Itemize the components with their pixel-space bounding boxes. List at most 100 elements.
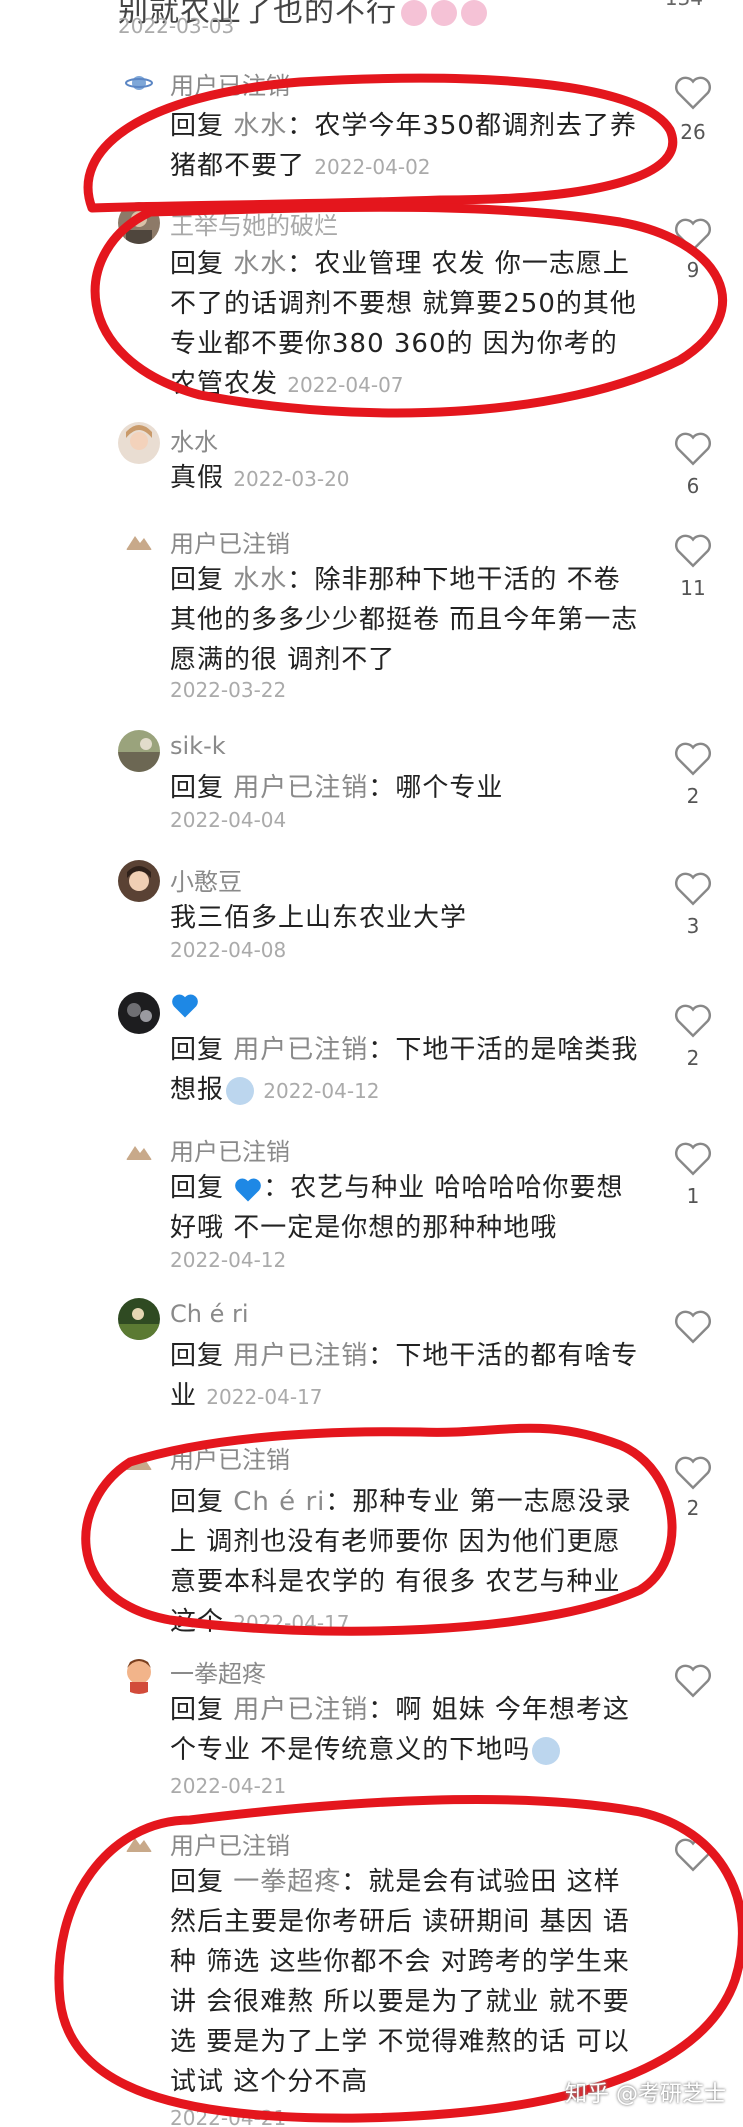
comment-text: 我三佰多上山东农业大学 [170,898,640,938]
reply-to-user[interactable]: 水水 [233,565,287,595]
reply-to-user[interactable]: 一拳超疼 [233,1867,341,1897]
avatar[interactable] [118,860,160,902]
comment-content: 就是会有试验田 这样 然后主要是你考研后 读研期间 基因 语种 筛选 这些你都不… [170,1867,630,2097]
reply-to-user[interactable]: 用户已注销 [233,1695,368,1725]
reply-prefix: 回复 [170,1035,225,1065]
comment-text: 回复 ：农艺与种业 哈哈哈哈你要想好哦 不一定是你想的那种种地哦 [170,1168,640,1248]
mountain-avatar-icon[interactable] [124,1828,154,1858]
like-count: 26 [680,120,706,144]
reply-prefix: 回复 [170,249,225,279]
user-name[interactable]: 用户已注销 [170,1440,290,1475]
colon: ： [368,1035,396,1065]
comment-date: 2022-04-07 [287,373,404,397]
comment-content: 哪个专业 [395,773,504,803]
reply-prefix: 回复 [170,773,225,803]
colon: ： [287,111,315,141]
user-name[interactable] [170,990,200,1019]
colon: ： [287,249,315,279]
like-count: 11 [680,576,706,600]
colon: ： [341,1867,369,1897]
comment-text: 回复 水水：除非那种下地干活的 不卷 其他的多多少少都挺卷 而且今年第一志愿满的… [170,560,640,680]
crying-emoji-icon [532,1736,561,1765]
mountain-avatar-icon[interactable] [124,526,154,556]
user-name[interactable]: 用户已注销 [170,1826,290,1861]
reply-prefix: 回复 [170,1487,225,1517]
reply-prefix: 回复 [170,1173,225,1203]
reply-to-user[interactable]: 水水 [233,111,287,141]
heart-icon[interactable] [672,1660,714,1700]
emoji-icon [401,0,427,26]
planet-avatar-icon[interactable] [124,68,154,98]
avatar[interactable] [118,202,160,244]
heart-icon[interactable] [672,868,714,908]
avatar[interactable] [118,422,160,464]
colon: ： [287,565,315,595]
blue-heart-icon[interactable] [233,1175,263,1203]
heart-icon[interactable] [672,738,714,778]
heart-icon[interactable] [672,1306,714,1346]
comment-date: 2022-03-03 [118,14,235,38]
user-name[interactable]: 用户已注销 [170,66,290,101]
comment-text: 回复 一拳超疼：就是会有试验田 这样 然后主要是你考研后 读研期间 基因 语种 … [170,1862,640,2102]
user-name[interactable]: 小憨豆 [170,862,242,897]
watermark: 知乎 @考研芝士 [565,2082,726,2107]
like-count: 2 [686,784,700,808]
comment-date: 2022-03-20 [233,467,350,491]
colon: ： [263,1173,291,1203]
user-name[interactable]: sik-k [170,732,226,760]
colon: ： [325,1487,353,1517]
comment-text: 回复 用户已注销：啊 姐妹 今年想考这个专业 不是传统意义的下地吗 [170,1690,640,1770]
mountain-avatar-icon[interactable] [124,1446,154,1476]
colon: ： [368,773,396,803]
colon: ： [368,1341,396,1371]
blue-heart-icon [172,994,198,1018]
comment-date: 2022-04-12 [170,1248,287,1272]
reply-prefix: 回复 [170,565,225,595]
comment-date: 2022-04-17 [206,1385,323,1409]
like-count: 9 [686,258,700,282]
heart-icon[interactable] [672,1452,714,1492]
comment-date: 2022-04-04 [170,808,287,832]
reply-to-user[interactable]: 水水 [233,249,287,279]
user-name[interactable]: 用户已注销 [170,1132,290,1167]
comment-text: 真假 2022-03-20 [170,458,640,499]
comment-content: 真假 [170,463,225,493]
user-name[interactable]: Ch é ri [170,1300,249,1328]
reply-prefix: 回复 [170,1867,225,1897]
avatar[interactable] [118,1298,160,1340]
heart-icon[interactable] [672,530,714,570]
reply-to-user[interactable]: 用户已注销 [233,773,368,803]
comment-date: 2022-04-02 [314,155,431,179]
comment-text: 回复 用户已注销：下地干活的都有啥专业 2022-04-17 [170,1336,640,1417]
heart-icon[interactable] [672,1834,714,1874]
heart-icon[interactable] [672,72,714,112]
comment-text: 回复 Ch é ri：那种专业 第一志愿没录上 调剂也没有老师要你 因为他们更愿… [170,1482,640,1643]
like-count: 2 [686,1496,700,1520]
like-count: 2 [686,1046,700,1070]
crying-emoji-icon [226,1076,255,1105]
heart-icon[interactable] [672,1138,714,1178]
comment-content: 我三佰多上山东农业大学 [170,903,468,933]
user-name[interactable]: 水水 [170,422,218,457]
avatar[interactable] [118,992,160,1034]
comment-text: 回复 用户已注销：哪个专业 [170,768,640,808]
user-name[interactable]: 王举与她的破烂 [170,206,338,241]
mountain-avatar-icon[interactable] [124,1136,154,1166]
comment-text: 回复 用户已注销：下地干活的是啥类我想报 2022-04-12 [170,1030,640,1111]
comment-date: 2022-04-21 [170,2106,287,2127]
heart-icon[interactable] [672,214,714,254]
comment-date: 2022-03-22 [170,678,287,702]
user-name[interactable]: 一拳超疼 [170,1654,266,1689]
heart-icon[interactable] [672,428,714,468]
reply-prefix: 回复 [170,1695,225,1725]
avatar[interactable] [118,1652,160,1694]
reply-prefix: 回复 [170,1341,225,1371]
heart-icon[interactable] [672,1000,714,1040]
avatar[interactable] [118,730,160,772]
reply-to-user[interactable]: Ch é ri [233,1487,325,1517]
like-count: 3 [686,914,700,938]
user-name[interactable]: 用户已注销 [170,524,290,559]
reply-to-user[interactable]: 用户已注销 [233,1341,368,1371]
comment-date: 2022-04-21 [170,1774,287,1798]
reply-to-user[interactable]: 用户已注销 [233,1035,368,1065]
